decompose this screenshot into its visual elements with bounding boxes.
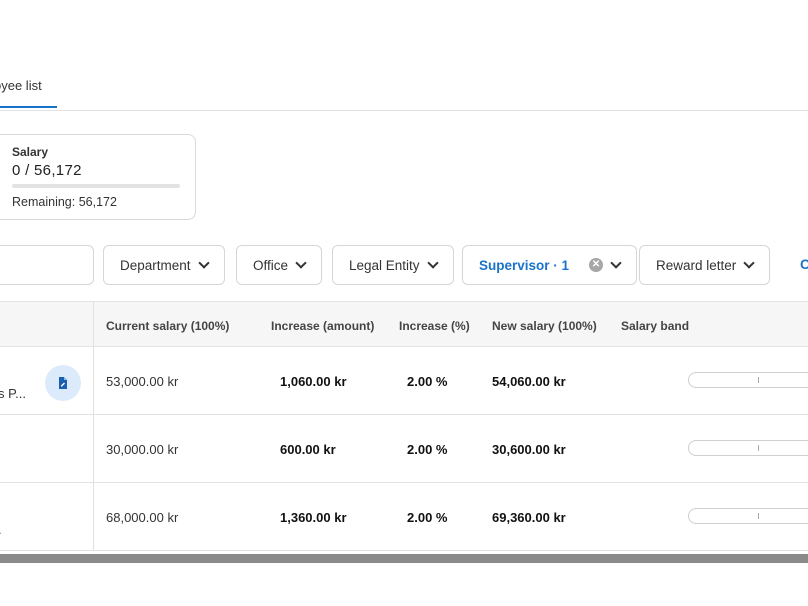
salary-band-bar xyxy=(688,440,808,456)
salary-card-value: 0 / 56,172 xyxy=(12,162,82,179)
increase-percent[interactable]: 2.00 % xyxy=(407,442,447,457)
increase-amount[interactable]: 1,360.00 kr xyxy=(280,510,347,525)
horizontal-scrollbar[interactable] xyxy=(0,554,808,563)
increase-percent[interactable]: 2.00 % xyxy=(407,374,447,389)
new-salary: 69,360.00 kr xyxy=(492,510,566,525)
chevron-down-icon xyxy=(743,257,755,269)
department-filter[interactable]: Department xyxy=(103,245,225,285)
legal-entity-filter-label: Legal Entity xyxy=(349,257,420,273)
filter-bar: Department Office Legal Entity Superviso… xyxy=(0,245,808,285)
search-input[interactable] xyxy=(0,245,94,285)
salary-card-label: Salary xyxy=(12,145,49,159)
band-midpoint xyxy=(758,445,759,451)
reward-letter-filter-label: Reward letter xyxy=(656,257,737,273)
clear-filter-icon[interactable]: ✕ xyxy=(589,258,604,272)
reward-letter-filter[interactable]: Reward letter xyxy=(639,245,771,285)
employee-name: . xyxy=(0,522,2,537)
header-current-salary[interactable]: Current salary (100%) xyxy=(106,319,229,333)
table-header: Current salary (100%) Increase (amount) … xyxy=(0,301,808,347)
salary-band-bar xyxy=(688,372,808,388)
chevron-down-icon xyxy=(610,257,622,269)
table-row[interactable]: 30,000.00 kr 600.00 kr 2.00 % 30,600.00 … xyxy=(0,415,808,483)
salary-band-bar xyxy=(688,508,808,524)
current-salary: 30,000.00 kr xyxy=(106,442,179,457)
column-divider xyxy=(93,301,94,551)
legal-entity-filter[interactable]: Legal Entity xyxy=(332,245,454,285)
increase-amount[interactable]: 1,060.00 kr xyxy=(280,374,347,389)
table-row[interactable]: . 68,000.00 kr 1,360.00 kr 2.00 % 69,360… xyxy=(0,483,808,551)
increase-percent[interactable]: 2.00 % xyxy=(407,510,447,525)
salary-progress-bar xyxy=(12,184,180,188)
document-icon xyxy=(59,377,67,389)
header-new-salary[interactable]: New salary (100%) xyxy=(492,319,597,333)
current-salary: 68,000.00 kr xyxy=(106,510,179,525)
table-row[interactable]: s P... 53,000.00 kr 1,060.00 kr 2.00 % 5… xyxy=(0,347,808,415)
new-salary: 30,600.00 kr xyxy=(492,442,566,457)
header-increase-percent[interactable]: Increase (%) xyxy=(399,319,470,333)
current-salary: 53,000.00 kr xyxy=(106,374,179,389)
tab-employee-list[interactable]: oyee list xyxy=(0,78,42,109)
reward-letter-button[interactable] xyxy=(45,365,81,401)
office-filter-label: Office xyxy=(253,257,289,273)
chevron-down-icon xyxy=(426,257,439,269)
salary-budget-card: Salary 0 / 56,172 Remaining: 56,172 xyxy=(0,134,196,220)
supervisor-filter-label: Supervisor · 1 xyxy=(479,257,570,273)
chevron-down-icon xyxy=(295,257,307,269)
header-increase-amount[interactable]: Increase (amount) xyxy=(271,319,374,333)
active-tab-indicator xyxy=(0,106,57,108)
supervisor-filter[interactable]: Supervisor · 1 ✕ xyxy=(462,245,638,285)
office-filter[interactable]: Office xyxy=(236,245,323,285)
new-salary: 54,060.00 kr xyxy=(492,374,566,389)
department-filter-label: Department xyxy=(120,257,191,273)
chevron-down-icon xyxy=(197,257,210,269)
tab-bar: oyee list xyxy=(0,0,808,111)
band-midpoint xyxy=(758,377,759,383)
employee-name: s P... xyxy=(0,386,26,401)
band-midpoint xyxy=(758,513,759,519)
header-salary-band[interactable]: Salary band xyxy=(621,319,689,333)
more-filters-link[interactable]: C xyxy=(800,256,808,272)
increase-amount[interactable]: 600.00 kr xyxy=(280,442,336,457)
salary-remaining: Remaining: 56,172 xyxy=(12,195,117,209)
